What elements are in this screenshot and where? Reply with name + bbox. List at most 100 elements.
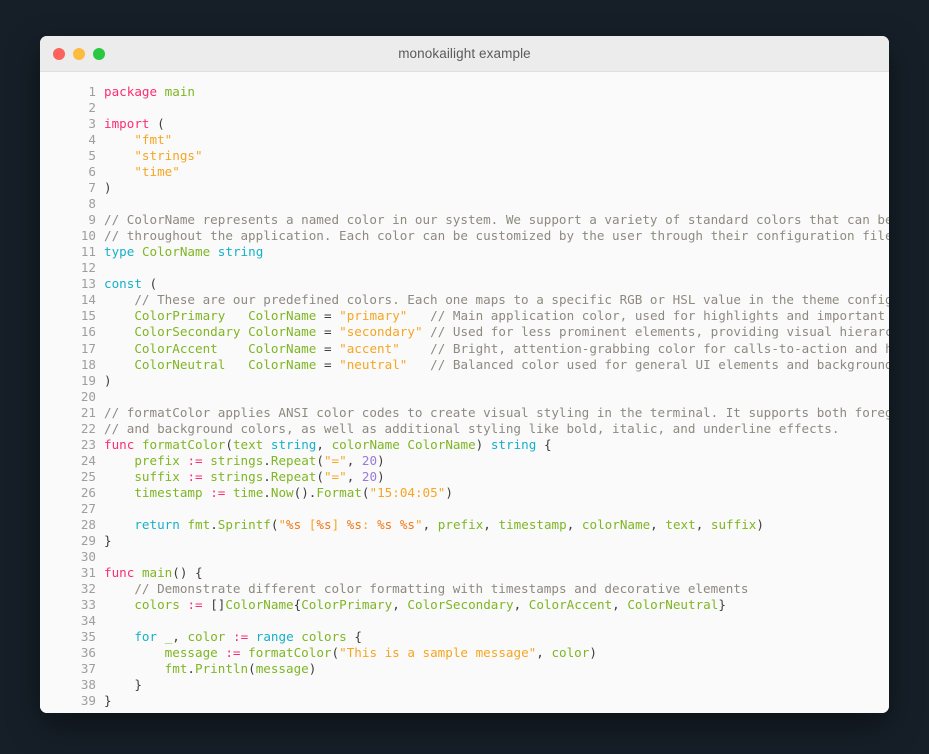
token-kw: package	[104, 84, 158, 99]
token-str: "primary"	[339, 308, 408, 324]
code-line: 24 prefix := strings.Repeat("=", 20)	[40, 453, 889, 469]
line-number: 6	[88, 164, 96, 180]
line-number: 4	[88, 132, 96, 148]
token-ident: colors	[134, 597, 180, 612]
token-punct: ,	[392, 597, 400, 612]
token-ident: fmt	[164, 661, 188, 677]
line-number: 9	[88, 212, 96, 228]
token-kw: :=	[232, 629, 249, 645]
code-line: 32 // Demonstrate different color format…	[40, 581, 889, 597]
code-line: 6 "time"	[40, 164, 889, 180]
line-number: 38	[80, 677, 96, 693]
code-line: 20	[40, 389, 889, 405]
token-com: // ColorName represents a named color in…	[104, 212, 889, 228]
token-punct: ,	[536, 645, 544, 661]
line-number: 31	[80, 564, 96, 580]
code-line: 22 // and background colors, as well as a…	[40, 421, 889, 437]
token-str: "	[415, 516, 423, 532]
token-ident: ColorAccent	[134, 340, 218, 356]
token-num: 20	[361, 468, 378, 484]
code-editor[interactable]: 1 package main 2 3 import (4 "fmt" 5 "strings…	[40, 72, 889, 713]
line-number: 11	[80, 244, 96, 260]
token-ident: Println	[195, 661, 249, 677]
token-punct: }	[134, 677, 142, 693]
token-strspec: %s	[316, 516, 332, 532]
line-number: 21	[80, 404, 96, 420]
code-line-text: // Demonstrate different color formattin…	[104, 581, 748, 597]
code-line: 7)	[40, 180, 889, 196]
token-ident: Repeat	[270, 468, 317, 484]
token-com: // throughout the application. Each colo…	[104, 228, 889, 244]
token-ident: ColorName	[141, 244, 211, 260]
token-punct: }	[104, 693, 112, 709]
code-line-text: "fmt"	[104, 132, 172, 148]
token-ident: Now	[270, 484, 294, 500]
line-number: 17	[80, 340, 96, 356]
token-str: ]	[331, 516, 347, 532]
token-com: // and background colors, as well as add…	[104, 420, 840, 436]
token-punct: {	[354, 629, 362, 645]
token-punct: )	[104, 180, 112, 196]
line-number: 30	[80, 548, 96, 564]
code-line: 39}	[40, 693, 889, 709]
code-line-text: import (	[104, 116, 165, 132]
token-punct: ,	[483, 516, 491, 532]
code-line-text: timestamp := time.Now().Format("15:04:05…	[104, 485, 453, 501]
code-line-text: "time"	[104, 164, 180, 180]
token-kw2: string	[490, 436, 537, 452]
token-ident: colorName	[331, 436, 400, 452]
token-ident: Format	[316, 484, 362, 500]
line-number: 15	[80, 308, 96, 324]
token-strspec: %s	[346, 516, 362, 532]
code-line-text: "strings"	[104, 148, 202, 164]
minimize-button[interactable]	[73, 47, 85, 60]
code-lines: 1 package main 2 3 import (4 "fmt" 5 "strings…	[40, 84, 889, 709]
token-ident: main	[164, 84, 196, 99]
maximize-button[interactable]	[93, 47, 105, 60]
code-line: 4 "fmt"	[40, 132, 889, 148]
code-window: monokailight example 1 package main 2 3 impo…	[40, 36, 889, 713]
code-line-text: ColorAccent ColorName = "accent" // Brig…	[104, 341, 889, 357]
token-str: "	[278, 516, 287, 532]
code-line: 13 const (	[40, 276, 889, 292]
token-str: "neutral"	[339, 356, 408, 372]
code-line: 2	[40, 100, 889, 116]
code-line: 5 "strings"	[40, 148, 889, 164]
code-line: 11 type ColorName string	[40, 244, 889, 260]
token-kw: :=	[187, 452, 203, 468]
code-line-text: // ColorName represents a named color in…	[104, 212, 889, 228]
code-line: 26 timestamp := time.Now().Format("15:04…	[40, 485, 889, 501]
line-number: 19	[80, 372, 96, 388]
line-number: 26	[80, 484, 96, 500]
token-com: // Bright, attention-grabbing color for …	[430, 340, 889, 356]
token-num: 20	[361, 452, 378, 468]
token-ident: ColorPrimary	[134, 308, 226, 324]
token-str: "="	[323, 452, 347, 468]
window-title: monokailight example	[398, 46, 531, 61]
window-titlebar[interactable]: monokailight example	[40, 36, 889, 72]
token-punct: (	[331, 645, 340, 661]
close-button[interactable]	[53, 47, 65, 60]
line-number: 16	[80, 324, 96, 340]
token-ident: suffix	[710, 516, 757, 532]
token-ident: color	[187, 629, 226, 645]
token-kw: :=	[187, 597, 203, 612]
